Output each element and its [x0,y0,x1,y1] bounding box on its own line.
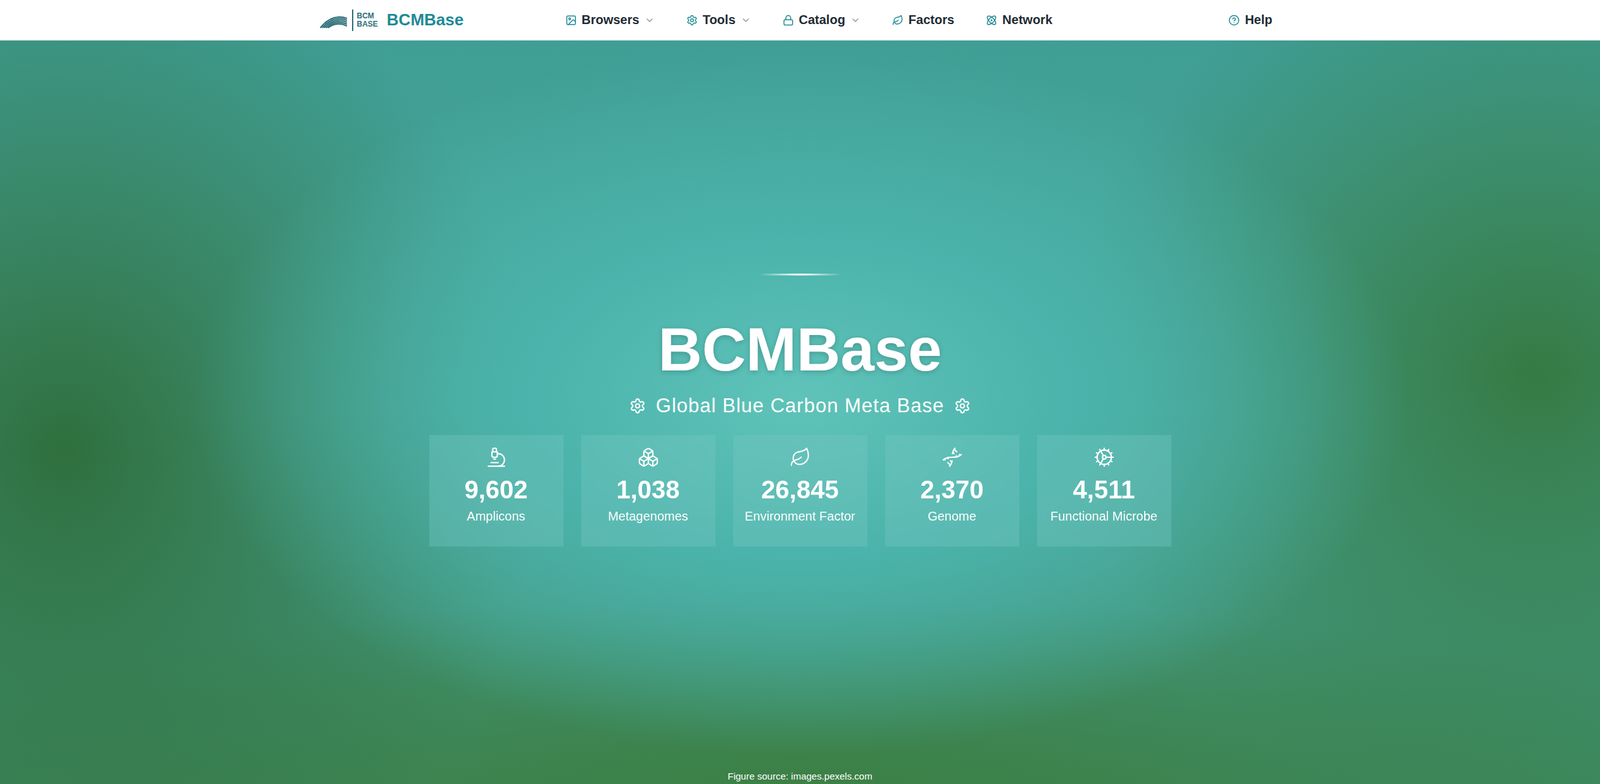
figure-source: Figure source: images.pexels.com [727,768,872,784]
wave-icon [319,12,349,29]
stat-card[interactable]: 26,845Environment Factor [733,434,868,547]
stat-icon [485,446,508,468]
nav-item-icon [782,14,794,26]
chevron-down-icon [740,15,751,26]
hero-line [759,273,842,276]
hero: BCMBase Global Blue Carbon Meta Base 9,602… [0,40,1600,784]
nav-item-icon [892,14,904,26]
gear-icon [629,397,646,415]
logo[interactable]: BCMBASE BCMBase [319,9,557,32]
nav-item-icon [686,14,698,26]
nav-items: Browsers Tools Catalog Factors Network [556,7,1062,33]
hero-subtitle: Global Blue Carbon Meta Base [629,394,971,418]
stat-icon [637,446,660,468]
stat-card[interactable]: 4,511Functional Microbe [1037,434,1172,547]
logo-mark: BCMBASE [319,9,378,32]
stat-icon [1093,446,1115,468]
page: BCMBASE BCMBase Browsers Tools Catalog Factor… [0,0,1600,784]
logo-name: BCMBase [386,10,464,30]
hero-title: BCMBase [657,315,942,384]
gear-icon [954,397,971,415]
nav-item[interactable]: Browsers [556,7,664,33]
help-link[interactable]: Help [1219,7,1281,33]
nav-item[interactable]: Tools [677,7,760,33]
help-icon [1228,14,1240,26]
stat-card[interactable]: 1,038Metagenomes [581,434,716,547]
stat-icon [789,446,812,468]
stat-icon [941,446,964,468]
chevron-down-icon [850,15,861,26]
nav-item[interactable]: Network [976,7,1062,33]
stat-card[interactable]: 2,370Genome [885,434,1020,547]
nav-item[interactable]: Factors [883,7,964,33]
nav-item-icon [985,14,998,26]
top-nav: BCMBASE BCMBase Browsers Tools Catalog Factor… [0,0,1600,41]
chevron-down-icon [644,15,655,26]
nav-item[interactable]: Catalog [773,7,870,33]
stat-card[interactable]: 9,602Amplicons [429,434,564,547]
stats: 9,602Amplicons1,038Metagenomes26,845Envi… [429,434,1172,547]
nav-item-icon [565,14,577,26]
